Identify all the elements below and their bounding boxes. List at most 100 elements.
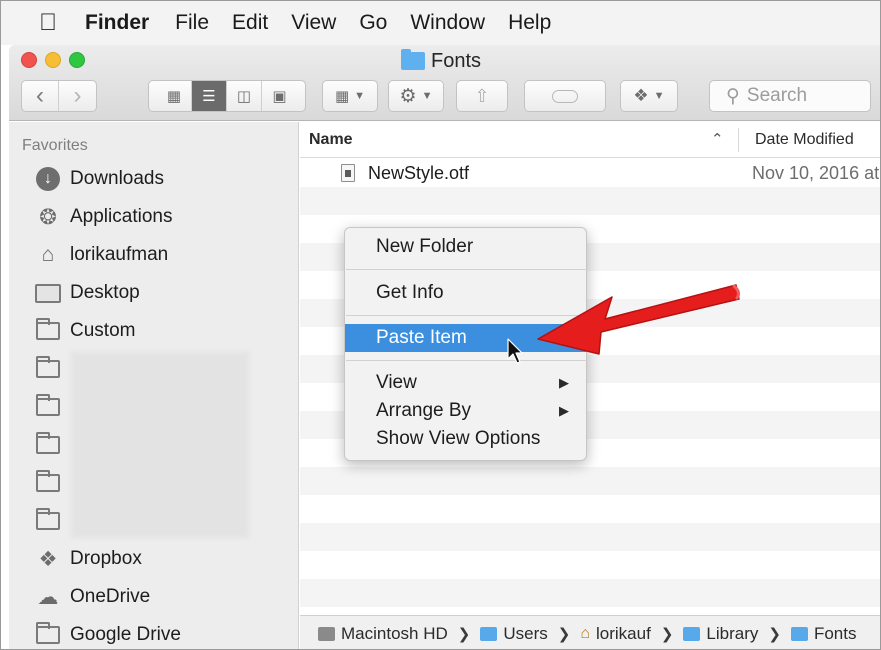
menu-item-paste-item[interactable]: Paste Item — [345, 324, 586, 352]
path-segment-users[interactable]: Users — [480, 624, 548, 644]
menu-item-label: New Folder — [376, 236, 474, 257]
menu-view[interactable]: View — [291, 11, 336, 35]
icon-view-icon[interactable]: ▦ — [157, 81, 192, 111]
path-bar: Macintosh HD ❯ Users ❯ ⌂ lorikauf ❯ Libr… — [300, 615, 880, 649]
path-segment-label: Library — [706, 623, 759, 643]
menu-item-get-info[interactable]: Get Info — [345, 279, 586, 307]
column-header-date-modified[interactable]: Date Modified — [755, 131, 854, 149]
sidebar-item-label: Applications — [70, 206, 173, 227]
close-window-button[interactable] — [21, 52, 37, 68]
search-icon: ⚲ — [726, 85, 740, 107]
sidebar-item-desktop[interactable]: Desktop — [33, 277, 140, 309]
path-segment-library[interactable]: Library — [683, 624, 758, 644]
sidebar-item-redacted[interactable] — [33, 391, 70, 423]
download-icon: ↓ — [33, 167, 63, 191]
column-view-icon[interactable]: ◫ — [227, 81, 262, 111]
menu-app-finder[interactable]: Finder — [85, 11, 149, 35]
sidebar-item-label: Custom — [70, 320, 136, 341]
submenu-arrow-icon: ▶ — [559, 403, 569, 418]
sidebar-item-redacted[interactable] — [33, 353, 70, 385]
folder-icon — [33, 508, 63, 530]
column-divider[interactable] — [738, 128, 739, 152]
sidebar-item-custom[interactable]: Custom — [33, 315, 135, 347]
list-view-icon[interactable]: ☰ — [192, 81, 227, 111]
menu-separator — [346, 269, 587, 270]
menu-item-label: Paste Item — [376, 327, 467, 348]
screenshot-frame:  Finder File Edit View Go Window Help F… — [0, 0, 881, 650]
list-header: Name ⌃ Date Modified — [300, 122, 880, 158]
sidebar-item-home[interactable]: ⌂ lorikaufman — [33, 239, 169, 271]
submenu-arrow-icon: ▶ — [559, 375, 569, 390]
action-menu-button[interactable]: ⚙ ▼ — [388, 80, 444, 112]
sidebar-item-redacted[interactable] — [33, 505, 70, 537]
file-date-modified: Nov 10, 2016 at — [752, 163, 880, 183]
path-segment-fonts[interactable]: Fonts — [790, 623, 857, 644]
menu-item-label: Get Info — [376, 282, 444, 303]
menu-edit[interactable]: Edit — [232, 11, 268, 35]
sidebar-item-label: lorikaufman — [70, 244, 169, 265]
folder-icon — [33, 622, 63, 644]
group-by-button[interactable]: ▦ ▼ — [322, 80, 378, 112]
menu-item-arrange-by[interactable]: Arrange By ▶ — [345, 397, 586, 425]
desktop-icon — [33, 283, 63, 303]
menu-window[interactable]: Window — [410, 11, 485, 35]
group-grid-icon: ▦ — [334, 88, 350, 105]
context-menu: New Folder Get Info Paste Item View ▶ Ar… — [344, 227, 587, 461]
menu-item-view[interactable]: View ▶ — [345, 369, 586, 397]
menu-file[interactable]: File — [175, 11, 209, 35]
forward-button[interactable]: › — [59, 81, 96, 111]
menu-item-label: View — [376, 372, 417, 393]
menu-bar:  Finder File Edit View Go Window Help — [1, 1, 880, 45]
home-icon: ⌂ — [580, 624, 590, 642]
path-segment-home[interactable]: ⌂ lorikauf — [580, 624, 650, 644]
cloud-icon: ☁ — [37, 585, 59, 609]
share-button[interactable]: ⇧ — [456, 80, 508, 112]
search-field[interactable]: ⚲ Search — [709, 80, 871, 112]
window-title-text: Fonts — [431, 49, 482, 72]
sidebar-item-dropbox[interactable]: ❖ Dropbox — [33, 543, 142, 575]
path-segment-label: Fonts — [813, 623, 857, 643]
sidebar-item-redacted[interactable] — [33, 467, 70, 499]
sidebar-item-label: Dropbox — [70, 548, 142, 569]
folder-icon — [33, 394, 63, 416]
chevron-right-icon: ❯ — [457, 625, 471, 643]
folder-icon — [33, 356, 63, 378]
list-item[interactable]: NewStyle.otf Nov 10, 2016 at — [300, 159, 880, 187]
sidebar-item-applications[interactable]: ❂ Applications — [33, 201, 172, 233]
sidebar: Favorites ↓ Downloads ❂ Applications ⌂ l… — [9, 122, 299, 649]
zoom-window-button[interactable] — [69, 52, 85, 68]
library-folder-icon — [683, 626, 701, 641]
sidebar-item-onedrive[interactable]: ☁ OneDrive — [33, 581, 151, 613]
sidebar-item-label: Google Drive — [70, 624, 181, 645]
menu-item-show-view-options[interactable]: Show View Options — [345, 425, 586, 453]
view-mode-control: ▦ ☰ ◫ ▣ — [148, 80, 306, 112]
dropbox-toolbar-button[interactable]: ❖ ▼ — [620, 80, 678, 112]
apple-menu-icon[interactable]:  — [39, 9, 73, 37]
sidebar-item-label: Desktop — [70, 282, 140, 303]
sort-ascending-icon[interactable]: ⌃ — [711, 130, 724, 148]
sidebar-item-google-drive[interactable]: Google Drive — [33, 619, 181, 649]
chevron-down-icon: ▼ — [354, 90, 366, 102]
menu-item-new-folder[interactable]: New Folder — [345, 233, 586, 261]
folder-icon — [33, 470, 63, 492]
folder-icon — [480, 626, 498, 641]
menu-item-label: Show View Options — [376, 428, 541, 449]
sidebar-item-downloads[interactable]: ↓ Downloads — [33, 163, 164, 195]
menu-help[interactable]: Help — [508, 11, 551, 35]
back-button[interactable]: ‹ — [22, 81, 59, 111]
column-header-name[interactable]: Name — [309, 131, 353, 149]
menu-go[interactable]: Go — [359, 11, 387, 35]
dropbox-icon: ❖ — [633, 86, 649, 105]
minimize-window-button[interactable] — [45, 52, 61, 68]
sidebar-item-redacted[interactable] — [33, 429, 70, 461]
tags-button[interactable] — [524, 80, 606, 112]
applications-icon: ❂ — [39, 205, 57, 229]
cover-flow-view-icon[interactable]: ▣ — [262, 81, 297, 111]
window-title: Fonts — [401, 48, 481, 74]
gear-icon: ⚙ — [399, 85, 417, 107]
sidebar-heading-favorites: Favorites — [22, 137, 88, 154]
chevron-right-icon: ❯ — [768, 625, 781, 643]
path-segment-macintosh-hd[interactable]: Macintosh HD — [318, 624, 448, 644]
folder-icon — [790, 626, 808, 641]
share-icon: ⇧ — [474, 85, 490, 106]
